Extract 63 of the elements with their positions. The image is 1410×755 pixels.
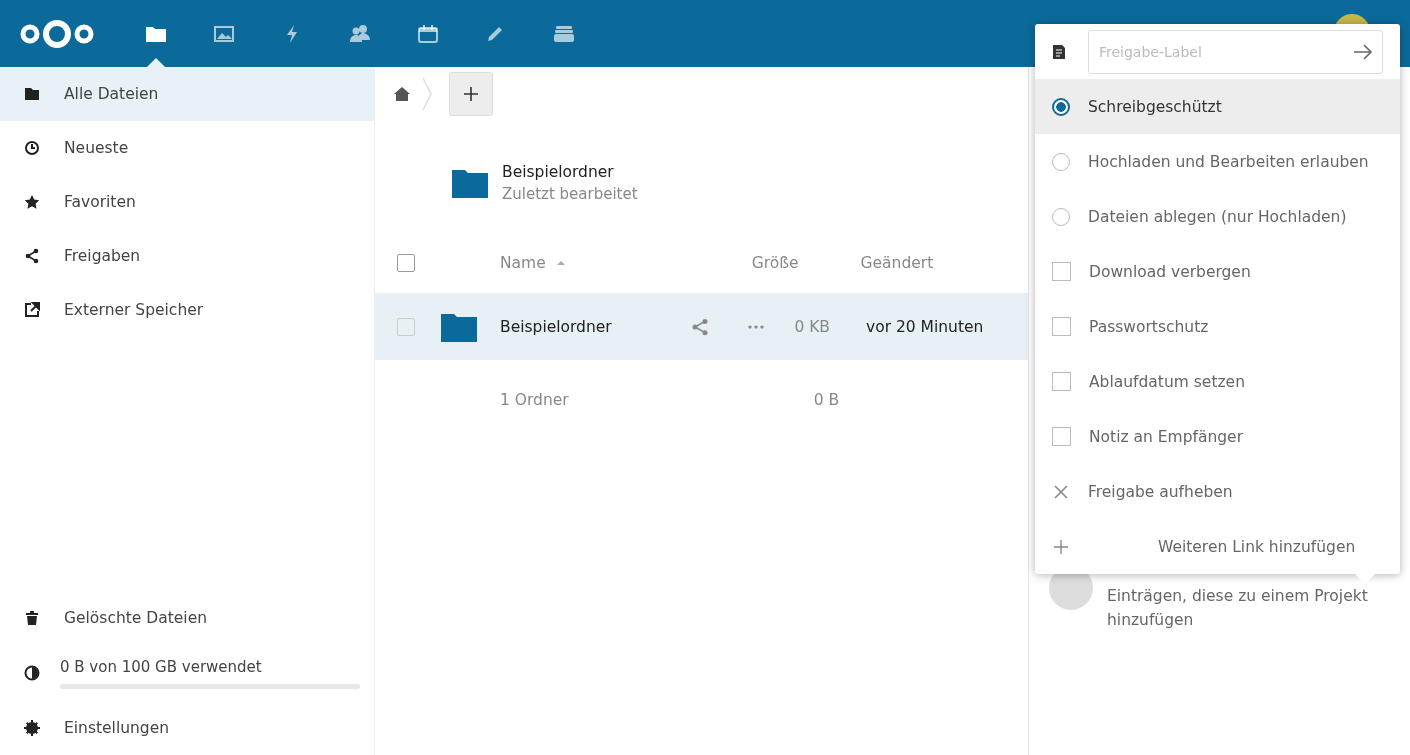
clock-icon bbox=[24, 140, 40, 156]
menu-item[interactable]: Dateien ablegen (nur Hochladen) bbox=[1035, 189, 1400, 244]
more-options-icon[interactable] bbox=[746, 323, 766, 330]
plus-icon bbox=[1052, 537, 1070, 556]
star-icon bbox=[24, 194, 40, 210]
checkbox[interactable] bbox=[1052, 372, 1071, 391]
menu-item[interactable]: Ablaufdatum setzen bbox=[1035, 354, 1400, 409]
close-icon bbox=[1052, 482, 1070, 501]
plus-icon bbox=[463, 86, 479, 102]
checkbox[interactable] bbox=[1052, 262, 1071, 281]
menu-item[interactable]: Notiz an Empfänger bbox=[1035, 409, 1400, 464]
menu-item[interactable]: Passwortschutz bbox=[1035, 299, 1400, 354]
logo-icon[interactable] bbox=[18, 18, 96, 49]
menu-item[interactable]: Download verbergen bbox=[1035, 244, 1400, 299]
share-icon bbox=[24, 248, 40, 264]
projects-hint-text: Einträgen, diese zu einem Projekt bbox=[1107, 586, 1368, 607]
file-row[interactable]: Beispielordner 0 KB vor 20 Minuten bbox=[375, 293, 1028, 360]
total-size: 0 B bbox=[813, 391, 840, 409]
projects-hint-text: hinzufügen bbox=[1107, 610, 1195, 631]
column-header[interactable]: Name bbox=[500, 254, 546, 272]
sidebar-item[interactable]: Externer Speicher bbox=[0, 283, 374, 337]
radio-button[interactable] bbox=[1052, 97, 1070, 116]
contacts-icon bbox=[349, 23, 371, 44]
menu-item[interactable]: Freigabe aufheben bbox=[1035, 464, 1400, 519]
column-header[interactable]: Geändert bbox=[860, 254, 934, 272]
quota-text: 0 B von 100 GB verwendet bbox=[60, 657, 263, 676]
file-modified: vor 20 Minuten bbox=[866, 317, 984, 336]
archive-icon bbox=[553, 23, 575, 44]
submit-arrow-icon[interactable] bbox=[1353, 43, 1373, 60]
sidebar-item[interactable]: Favoriten bbox=[0, 175, 374, 229]
menu-item[interactable]: Weiteren Link hinzufügen bbox=[1035, 519, 1400, 574]
home-icon[interactable] bbox=[393, 86, 411, 102]
folder-icon bbox=[24, 86, 40, 102]
folder-icon bbox=[441, 311, 477, 342]
sidebar-item[interactable]: Gelöschte Dateien bbox=[0, 591, 374, 645]
checkbox[interactable] bbox=[1052, 317, 1071, 336]
file-size: 0 KB bbox=[793, 317, 830, 336]
document-icon bbox=[1052, 43, 1066, 60]
sidebar-item[interactable]: Neueste bbox=[0, 121, 374, 175]
sidebar-item[interactable]: Einstellungen bbox=[0, 701, 374, 755]
new-button[interactable] bbox=[449, 72, 493, 116]
recent-folder-subtitle: Zuletzt bearbeitet bbox=[502, 185, 638, 203]
sidebar-item[interactable]: Alle Dateien bbox=[0, 67, 374, 121]
share-icon[interactable] bbox=[690, 316, 710, 337]
folder-icon[interactable] bbox=[452, 168, 488, 198]
share-label-field[interactable]: Freigabe-Label bbox=[1088, 29, 1383, 74]
pie-chart-icon bbox=[24, 665, 40, 681]
file-name[interactable]: Beispielordner bbox=[500, 317, 690, 336]
column-header[interactable]: Größe bbox=[751, 254, 799, 272]
folder-count: 1 Ordner bbox=[500, 391, 569, 409]
row-checkbox[interactable] bbox=[397, 317, 415, 336]
menu-item[interactable]: Schreibgeschützt bbox=[1035, 79, 1400, 134]
sidebar-item[interactable]: Freigaben bbox=[0, 229, 374, 283]
calendar-icon bbox=[417, 23, 439, 44]
trash-icon bbox=[24, 610, 40, 626]
select-all-checkbox[interactable] bbox=[397, 254, 415, 272]
recent-folder-name[interactable]: Beispielordner bbox=[502, 163, 638, 181]
external-link-icon bbox=[24, 302, 40, 318]
checkbox[interactable] bbox=[1052, 427, 1071, 446]
sort-ascending-icon bbox=[555, 260, 566, 266]
image-icon bbox=[213, 23, 235, 44]
settings-icon bbox=[24, 720, 40, 736]
menu-item[interactable]: Hochladen und Bearbeiten erlauben bbox=[1035, 134, 1400, 189]
